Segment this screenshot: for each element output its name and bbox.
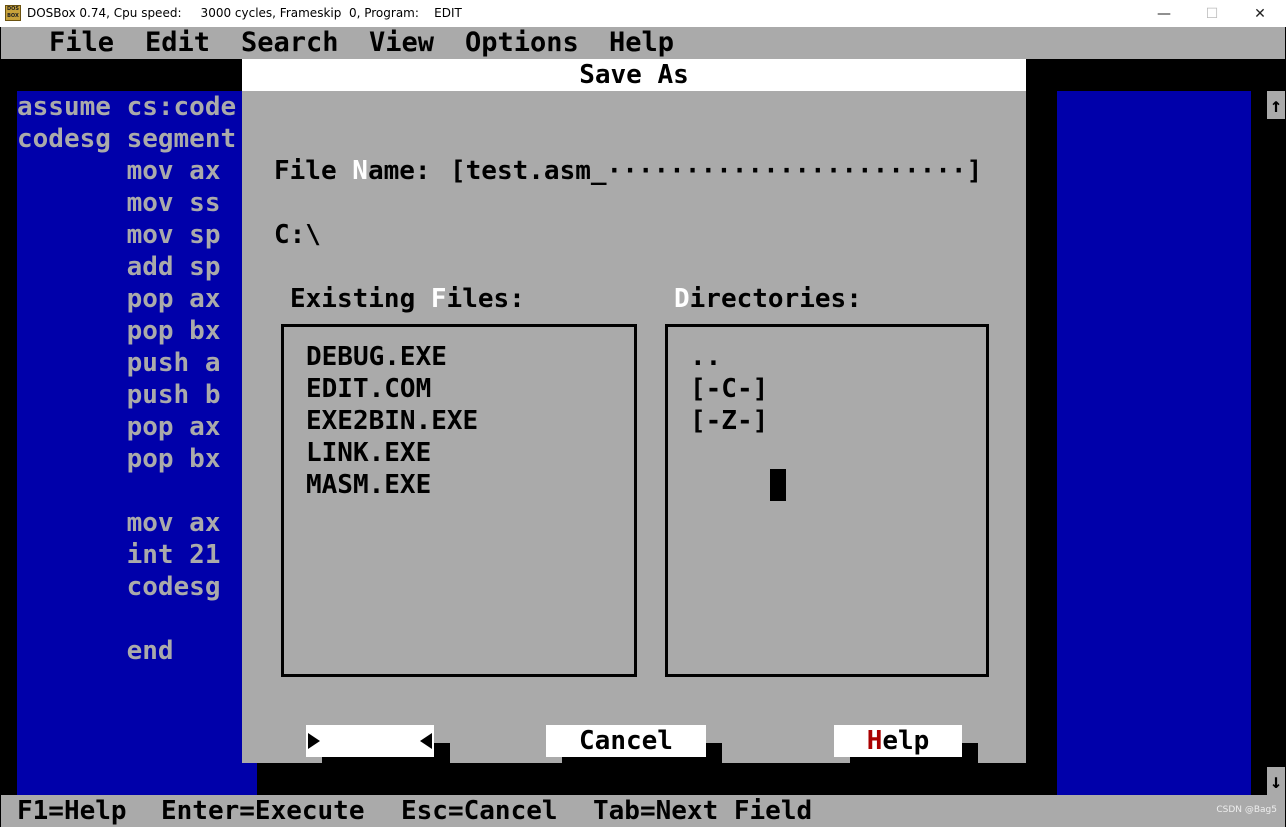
directories-list[interactable]: .. [-C-] [-Z-] [665, 324, 989, 677]
ok-button[interactable]: OK [306, 725, 434, 820]
minimize-button[interactable]: — [1141, 0, 1187, 27]
editor-line: pop ax [17, 412, 221, 442]
text-cursor [770, 469, 786, 501]
maximize-button[interactable]: ☐ [1189, 0, 1235, 27]
status-next-field: Tab=Next Field [593, 796, 813, 826]
maximize-icon: ☐ [1205, 5, 1219, 22]
editor-line: codesg [17, 572, 221, 602]
editor-line: mov ax [17, 156, 221, 186]
editor-line: push a [17, 348, 221, 378]
editor-line: codesg segment [17, 124, 237, 154]
close-button[interactable]: ✕ [1237, 0, 1283, 27]
list-item[interactable]: MASM.EXE [306, 469, 431, 501]
list-item[interactable]: LINK.EXE [306, 437, 431, 469]
file-name-label: File Name: [274, 156, 447, 186]
scroll-down-arrow-icon[interactable]: ↓ [1267, 767, 1285, 795]
editor-line: mov ss [17, 188, 221, 218]
existing-files-list[interactable]: DEBUG.EXE EDIT.COM EXE2BIN.EXE LINK.EXE … [281, 324, 637, 677]
window-titlebar: DOS BOX DOSBox 0.74, Cpu speed: 3000 cyc… [0, 0, 1286, 27]
menu-bar: File Edit Search View Options Help [1, 27, 1285, 59]
list-item[interactable]: DEBUG.EXE [306, 341, 447, 373]
editor-line: assume cs:code [17, 92, 237, 122]
vertical-scrollbar[interactable]: ↑ ↓ [1267, 91, 1285, 795]
editor-line: add sp [17, 252, 221, 282]
editor-line: end [17, 636, 174, 666]
editor-line: int 21 [17, 540, 221, 570]
selected-left-arrow-icon [308, 733, 320, 749]
list-item[interactable]: [-C-] [690, 373, 768, 405]
close-icon: ✕ [1254, 5, 1266, 22]
cancel-button[interactable]: Cancel [546, 725, 706, 757]
existing-files-label: Existing Files: [290, 284, 525, 314]
file-name-input[interactable]: [test.asm_·······················] [450, 155, 982, 187]
list-item[interactable]: EDIT.COM [306, 373, 431, 405]
dialog-title: Save As [242, 59, 1026, 91]
status-cancel: Esc=Cancel [401, 796, 558, 826]
save-as-dialog: Save As File Name: [test.asm_···········… [242, 59, 1026, 820]
editor-line: mov sp [17, 220, 221, 250]
menu-help[interactable]: Help [609, 27, 674, 59]
directories-label: Directories: [674, 284, 862, 314]
editor-line: pop ax [17, 284, 221, 314]
menu-search[interactable]: Search [241, 27, 339, 59]
editor-line: mov ax [17, 508, 221, 538]
current-path: C:\ [274, 220, 321, 250]
list-item[interactable]: EXE2BIN.EXE [306, 405, 478, 437]
dosbox-app-icon: DOS BOX [5, 5, 21, 21]
status-help: F1=Help [17, 796, 127, 826]
menu-options[interactable]: Options [465, 27, 579, 59]
editor-line: pop bx [17, 316, 221, 346]
menu-file[interactable]: File [49, 27, 114, 59]
minimize-icon: — [1157, 5, 1171, 22]
editor-line: pop bx [17, 444, 221, 474]
help-button[interactable]: Help [834, 725, 962, 757]
list-item[interactable]: [-Z-] [690, 405, 768, 437]
status-bar: F1=Help Enter=Execute Esc=Cancel Tab=Nex… [1, 795, 1285, 827]
dos-screen: File Edit Search View Options Help assum… [1, 27, 1285, 827]
list-item[interactable]: .. [690, 341, 721, 373]
status-execute: Enter=Execute [161, 796, 365, 826]
cancel-button-label: Cancel [579, 726, 673, 756]
scroll-up-arrow-icon[interactable]: ↑ [1267, 91, 1285, 119]
selected-right-arrow-icon [420, 733, 432, 749]
menu-edit[interactable]: Edit [145, 27, 210, 59]
window-title: DOSBox 0.74, Cpu speed: 3000 cycles, Fra… [27, 6, 462, 20]
editor-line: push b [17, 380, 221, 410]
watermark: CSDN @Bag5 [1216, 805, 1277, 815]
menu-view[interactable]: View [369, 27, 434, 59]
